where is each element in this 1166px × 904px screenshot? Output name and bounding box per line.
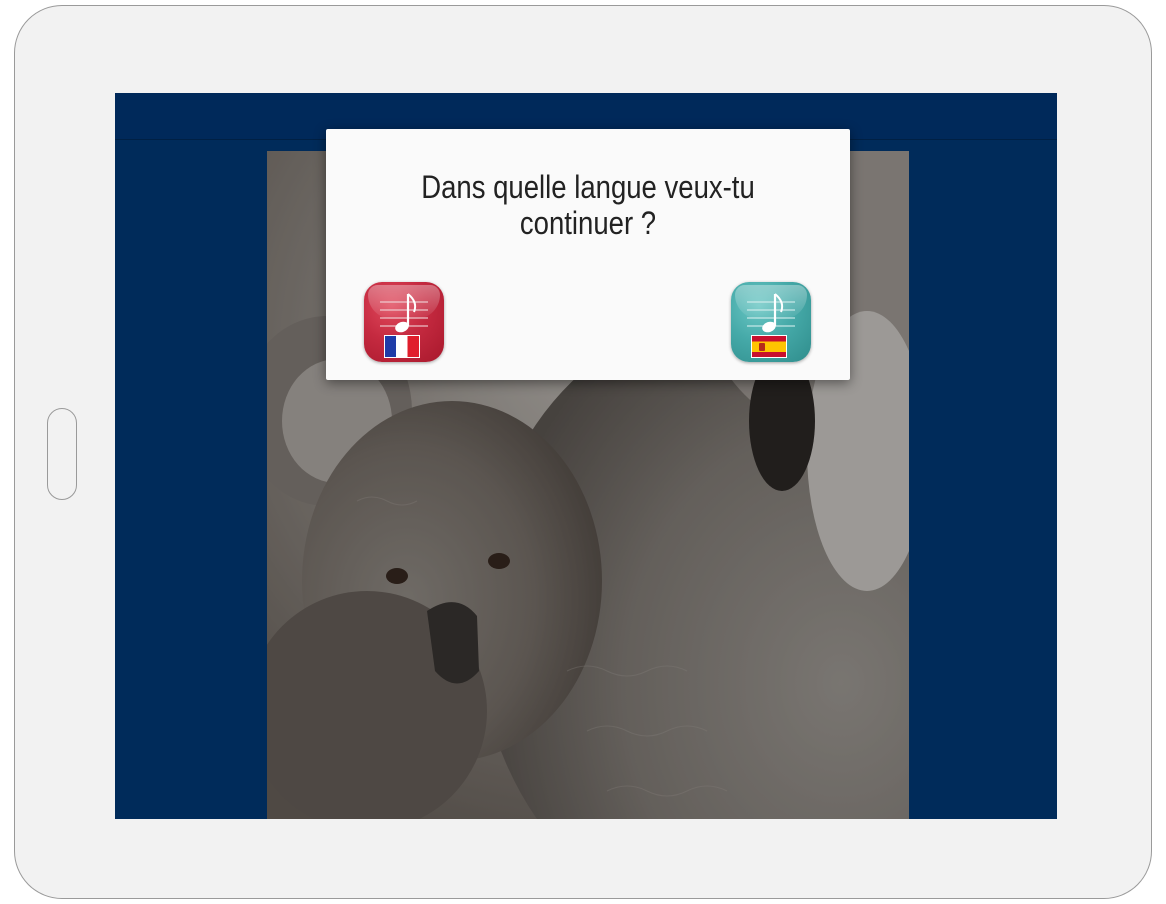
dialog-title-line2: continuer ? [519,205,657,241]
spain-crest-icon [759,343,765,351]
spanish-language-button[interactable] [731,282,811,362]
dialog-title-line1: Dans quelle langue veux-tu [421,169,755,205]
flag-france-icon [384,335,420,358]
french-language-button[interactable] [364,282,444,362]
language-dialog: Dans quelle langue veux-tu continuer ? [326,129,850,380]
music-note-icon [747,293,795,333]
flag-spain-icon [751,335,787,358]
dialog-title: Dans quelle langue veux-tu continuer ? [363,169,814,241]
home-button[interactable] [47,408,77,500]
app-screen: Dans quelle langue veux-tu continuer ? [115,93,1057,819]
music-note-icon [380,293,428,333]
